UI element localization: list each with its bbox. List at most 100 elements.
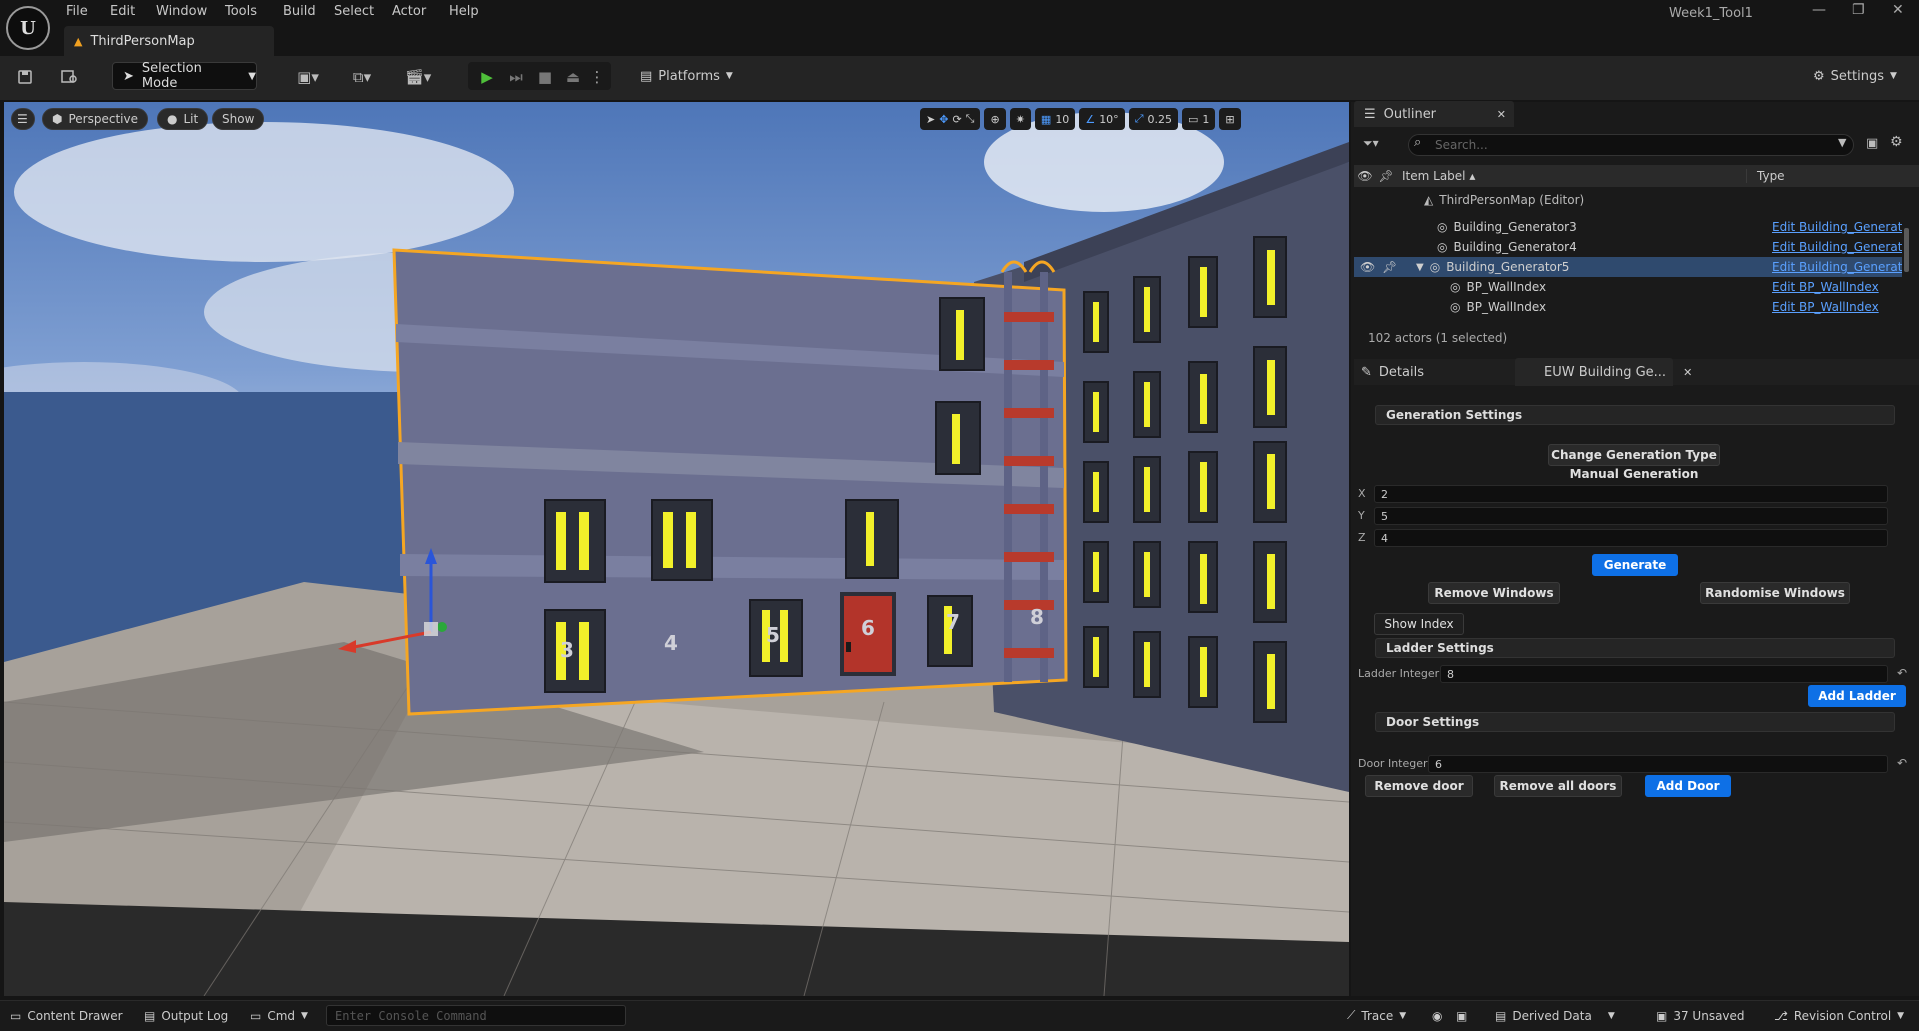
play-icon[interactable]: ▶ (476, 62, 498, 92)
grid-snap-toggle[interactable]: ▦ 10 (1034, 108, 1076, 130)
z-input[interactable]: 4 (1374, 529, 1888, 547)
outliner-row[interactable]: ◎ BP_WallIndex Edit BP_WallIndex (1354, 277, 1902, 297)
x-input[interactable]: 2 (1374, 485, 1888, 503)
settings-button[interactable]: ⚙ Settings ▼ (1813, 62, 1897, 90)
change-generation-type-button[interactable]: Change Generation Type (1548, 444, 1720, 466)
chevron-down-icon[interactable]: ▼ (1838, 136, 1846, 149)
close-tab-icon[interactable]: ✕ (1683, 366, 1692, 379)
browse-icon[interactable] (58, 62, 82, 92)
pin-icon[interactable]: 📌︎ (1382, 260, 1416, 274)
menu-tools[interactable]: Tools (225, 4, 257, 19)
show-button[interactable]: Show (212, 108, 265, 130)
record-icon[interactable]: ◉ (1432, 1000, 1442, 1031)
world-local-icon[interactable]: ⊕ (984, 108, 1006, 130)
details-tab[interactable]: ✎ Details (1361, 359, 1424, 385)
pin-icon[interactable]: 📌︎ (1376, 169, 1396, 183)
outliner-row[interactable]: ◎ Building_Generator4 Edit Building_Gene… (1354, 237, 1902, 257)
outliner-row-type-link[interactable]: Edit Building_Generator (1772, 260, 1902, 274)
euw-tab-content[interactable]: EUW Building Ge... ✕ (1544, 359, 1692, 385)
outliner-row-type-link[interactable]: Edit BP_WallIndex (1772, 280, 1902, 294)
revision-control-button[interactable]: ⎇ Revision Control ▼ (1774, 1000, 1904, 1031)
add-door-button[interactable]: Add Door (1645, 775, 1731, 797)
outliner-row-type-link[interactable]: Edit Building_Generator (1772, 220, 1902, 234)
ladder-integer-input[interactable]: 8 (1440, 665, 1888, 683)
door-settings-header[interactable]: Door Settings (1375, 712, 1895, 732)
outliner-search-input[interactable]: Search... (1408, 134, 1854, 156)
stop-icon[interactable]: ■ (534, 62, 556, 92)
visibility-icon[interactable]: 👁︎ (1354, 169, 1376, 183)
hamburger-menu-icon[interactable]: ☰ (11, 108, 35, 130)
unsaved-button[interactable]: ▣ 37 Unsaved (1656, 1000, 1745, 1031)
item-label-column-header[interactable]: Item Label ▴ (1396, 169, 1746, 183)
scale-snap-toggle[interactable]: ⤢ 0.25 (1128, 108, 1178, 130)
scene-render[interactable]: 3 4 5 6 7 8 (4, 102, 1349, 996)
trace-button[interactable]: ⟋ Trace ▼ (1347, 1000, 1406, 1031)
outliner-scrollbar[interactable] (1904, 228, 1909, 272)
translate-icon[interactable]: ✥ (939, 113, 948, 126)
remove-windows-button[interactable]: Remove Windows (1428, 582, 1560, 604)
expand-arrow-icon[interactable]: ▼ (1416, 262, 1424, 273)
more-options-icon[interactable]: ⋮ (590, 62, 605, 92)
menu-help[interactable]: Help (449, 4, 479, 19)
door-integer-input[interactable]: 6 (1428, 755, 1888, 773)
outliner-row-type-link[interactable]: Edit Building_Generator (1772, 240, 1902, 254)
y-input[interactable]: 5 (1374, 507, 1888, 525)
selection-mode-dropdown[interactable]: ➤ Selection Mode ▼ (112, 61, 257, 91)
lit-button[interactable]: ● Lit (157, 108, 209, 130)
outliner-settings-icon[interactable]: ⚙ (1890, 134, 1903, 150)
randomise-windows-button[interactable]: Randomise Windows (1700, 582, 1850, 604)
screenshot-icon[interactable]: ▣ (1456, 1000, 1467, 1031)
content-drawer-button[interactable]: ▭ Content Drawer (10, 1000, 123, 1031)
step-icon[interactable]: ⏭ (505, 62, 527, 92)
outliner-row-type-link[interactable]: Edit BP_WallIndex (1772, 300, 1902, 314)
restore-icon[interactable]: ❐ (1852, 2, 1865, 18)
output-log-button[interactable]: ▤ Output Log (144, 1000, 228, 1031)
derived-data-button[interactable]: ▤ Derived Data ▼ (1495, 1000, 1615, 1031)
close-window-icon[interactable]: ✕ (1892, 2, 1904, 18)
type-column-header[interactable]: Type (1746, 169, 1785, 183)
surface-snap-icon[interactable]: ✷ (1009, 108, 1031, 130)
camera-speed-button[interactable]: ▭ 1 (1182, 108, 1216, 130)
generate-button[interactable]: Generate (1592, 554, 1678, 576)
ladder-settings-header[interactable]: Ladder Settings (1375, 638, 1895, 658)
perspective-button[interactable]: ⬢ Perspective (42, 108, 148, 130)
reset-arrow-icon[interactable]: ↶ (1897, 756, 1907, 770)
map-tab[interactable]: ▲ ThirdPersonMap (64, 26, 274, 56)
viewport-layout-icon[interactable]: ⊞ (1219, 108, 1241, 130)
cmd-dropdown[interactable]: ▭ Cmd ▼ (250, 1000, 308, 1031)
eject-icon[interactable]: ⏏ (562, 62, 584, 92)
minimize-icon[interactable]: — (1812, 2, 1826, 18)
select-cursor-icon[interactable]: ➤ (926, 113, 935, 126)
add-ladder-button[interactable]: Add Ladder (1808, 685, 1906, 707)
outliner-tab[interactable]: ☰ Outliner ✕ (1354, 101, 1514, 127)
remove-door-button[interactable]: Remove door (1365, 775, 1473, 797)
level-viewport[interactable]: 3 4 5 6 7 8 ☰ ⬢ Perspective ● Lit Show ➤… (4, 102, 1349, 996)
outliner-root-row[interactable]: ◭ ThirdPersonMap (Editor) (1354, 190, 1902, 210)
visibility-icon[interactable]: 👁︎ (1360, 260, 1382, 274)
filter-icon[interactable]: ⏷▾ (1363, 136, 1379, 151)
rotation-snap-toggle[interactable]: ∠ 10° (1079, 108, 1125, 130)
outliner-row-selected[interactable]: 👁︎ 📌︎ ▼ ◎ Building_Generator5 Edit Build… (1354, 257, 1902, 277)
add-actor-icon[interactable]: ▣▾ (288, 62, 328, 92)
rotate-icon[interactable]: ⟳ (952, 113, 961, 126)
cinematics-icon[interactable]: 🎬︎▾ (398, 62, 438, 92)
console-command-input[interactable]: Enter Console Command (326, 1005, 626, 1026)
menu-select[interactable]: Select (334, 4, 374, 19)
close-tab-icon[interactable]: ✕ (1497, 108, 1506, 121)
scale-icon[interactable]: ⤡ (966, 112, 975, 126)
remove-all-doors-button[interactable]: Remove all doors (1494, 775, 1622, 797)
menu-file[interactable]: File (66, 4, 88, 19)
menu-build[interactable]: Build (283, 4, 316, 19)
menu-window[interactable]: Window (156, 4, 207, 19)
platforms-button[interactable]: ▤ Platforms ▼ (640, 62, 733, 90)
outliner-row[interactable]: ◎ BP_WallIndex Edit BP_WallIndex (1354, 297, 1902, 317)
generation-settings-header[interactable]: Generation Settings (1375, 405, 1895, 425)
reset-arrow-icon[interactable]: ↶ (1897, 666, 1907, 680)
menu-actor[interactable]: Actor (392, 4, 426, 19)
show-index-button[interactable]: Show Index (1374, 613, 1464, 635)
unreal-logo-icon[interactable]: U (6, 6, 50, 50)
menu-edit[interactable]: Edit (110, 4, 135, 19)
blueprint-icon[interactable]: ⧉▾ (342, 62, 382, 92)
outliner-row[interactable]: ◎ Building_Generator3 Edit Building_Gene… (1354, 217, 1902, 237)
save-icon[interactable] (14, 62, 36, 92)
